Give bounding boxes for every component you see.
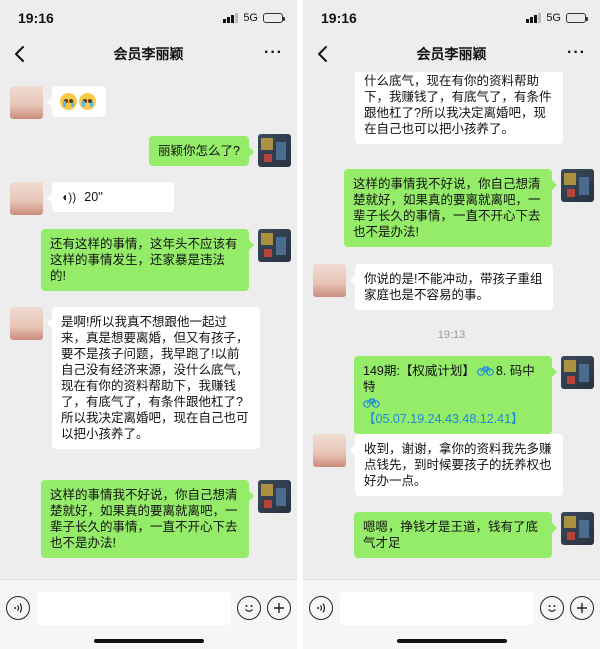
peer-avatar[interactable]	[10, 86, 43, 119]
voice-wave-icon: ◖))	[61, 190, 77, 204]
peer-avatar[interactable]	[10, 182, 43, 215]
message-list[interactable]: 丽颖你怎么了? ◖)) 20'' 还有这样的事情，这年头不应该有这样的事情发生，…	[0, 72, 297, 579]
signal-icon	[526, 13, 542, 23]
home-indicator	[396, 639, 507, 643]
phone-screen-left: 19:16 5G 会员李丽颖 ··· 丽颖你怎么了? ◖)) 20'' 还有这样…	[0, 0, 297, 649]
message-bubble[interactable]: 什么底气，现在有你的资料帮助下，我赚钱了，有底气了，有条件跟他杠了?所以我决定离…	[355, 72, 563, 144]
emoji-bubble[interactable]	[47, 86, 106, 118]
message-bubble[interactable]: 你说的是!不能冲动，带孩子重组家庭也是不容易的事。	[350, 264, 553, 310]
home-indicator	[93, 639, 204, 643]
message-bubble[interactable]: 还有这样的事情，这年头不应该有这样的事情发生，还家暴是违法的!	[41, 229, 254, 291]
self-avatar[interactable]	[258, 480, 291, 513]
timestamp: 19:13	[437, 329, 466, 341]
battery-icon	[263, 13, 285, 23]
number-list: 【05.07.19.24.43.48.12.41】	[363, 412, 524, 426]
chat-title: 会员李丽颖	[113, 46, 184, 62]
message-bubble[interactable]: 丽颖你怎么了?	[149, 136, 254, 166]
self-avatar[interactable]	[561, 512, 594, 545]
bicycle-icon	[477, 366, 494, 376]
message-bubble[interactable]: 149期:【权威计划】 8. 码中特 【05.07.19.24.43.48.12.4…	[354, 356, 557, 434]
peer-avatar[interactable]	[313, 264, 346, 297]
emoji-picker-icon[interactable]	[540, 596, 564, 620]
more-options-icon[interactable]: ···	[264, 45, 283, 61]
chat-header: 会员李丽颖 ···	[0, 36, 297, 72]
self-avatar[interactable]	[561, 169, 594, 202]
peer-avatar[interactable]	[313, 434, 346, 467]
message-bubble[interactable]: 收到，谢谢，拿你的资料我先多赚点钱先，到时候要孩子的抚养权也好办一点。	[350, 434, 563, 496]
status-time: 19:16	[321, 10, 357, 26]
message-bubble[interactable]: 嗯嗯，挣钱才是王道，钱有了底气才足	[354, 512, 557, 558]
battery-icon	[566, 13, 588, 23]
more-options-icon[interactable]: ···	[567, 45, 586, 61]
voice-message-bubble[interactable]: ◖)) 20''	[47, 182, 174, 212]
input-bar	[303, 579, 600, 649]
signal-icon	[223, 13, 239, 23]
voice-duration: 20''	[84, 190, 103, 204]
message-input[interactable]	[37, 592, 231, 625]
message-list[interactable]: 什么底气，现在有你的资料帮助下，我赚钱了，有底气了，有条件跟他杠了?所以我决定离…	[303, 72, 600, 579]
plus-icon[interactable]	[570, 596, 594, 620]
back-arrow-icon[interactable]	[10, 44, 30, 64]
bicycle-icon	[363, 398, 380, 408]
voice-input-icon[interactable]	[6, 596, 30, 620]
self-avatar[interactable]	[258, 134, 291, 167]
message-bubble[interactable]: 这样的事情我不好说，你自己想清楚就好，如果真的要离就离吧，一辈子长久的事情，一直…	[41, 480, 254, 558]
message-input[interactable]	[340, 592, 534, 625]
status-indicators: 5G	[526, 12, 588, 24]
input-bar	[0, 579, 297, 649]
crying-face-emoji-icon	[79, 93, 96, 111]
phone-screen-right: 19:16 5G 会员李丽颖 ··· 什么底气，现在有你的资料帮助下，我赚钱了，…	[303, 0, 600, 649]
voice-input-icon[interactable]	[309, 596, 333, 620]
network-label: 5G	[243, 12, 258, 24]
status-bar: 19:16 5G	[303, 0, 600, 36]
peer-avatar[interactable]	[10, 307, 43, 340]
message-bubble[interactable]: 这样的事情我不好说，你自己想清楚就好，如果真的要离就离吧，一辈子长久的事情，一直…	[344, 169, 557, 247]
emoji-picker-icon[interactable]	[237, 596, 261, 620]
chat-header: 会员李丽颖 ···	[303, 36, 600, 72]
status-bar: 19:16 5G	[0, 0, 297, 36]
crying-face-emoji-icon	[60, 93, 77, 111]
message-bubble[interactable]: 是啊!所以我真不想跟他一起过来，真是想要离婚，但又有孩子，要不是孩子问题，我早跑…	[47, 307, 260, 449]
network-label: 5G	[546, 12, 561, 24]
self-avatar[interactable]	[561, 356, 594, 389]
self-avatar[interactable]	[258, 229, 291, 262]
status-indicators: 5G	[223, 12, 285, 24]
chat-title: 会员李丽颖	[416, 46, 487, 62]
issue-label: 149期:【权威计划】	[363, 364, 475, 378]
back-arrow-icon[interactable]	[313, 44, 333, 64]
plus-icon[interactable]	[267, 596, 291, 620]
status-time: 19:16	[18, 10, 54, 26]
